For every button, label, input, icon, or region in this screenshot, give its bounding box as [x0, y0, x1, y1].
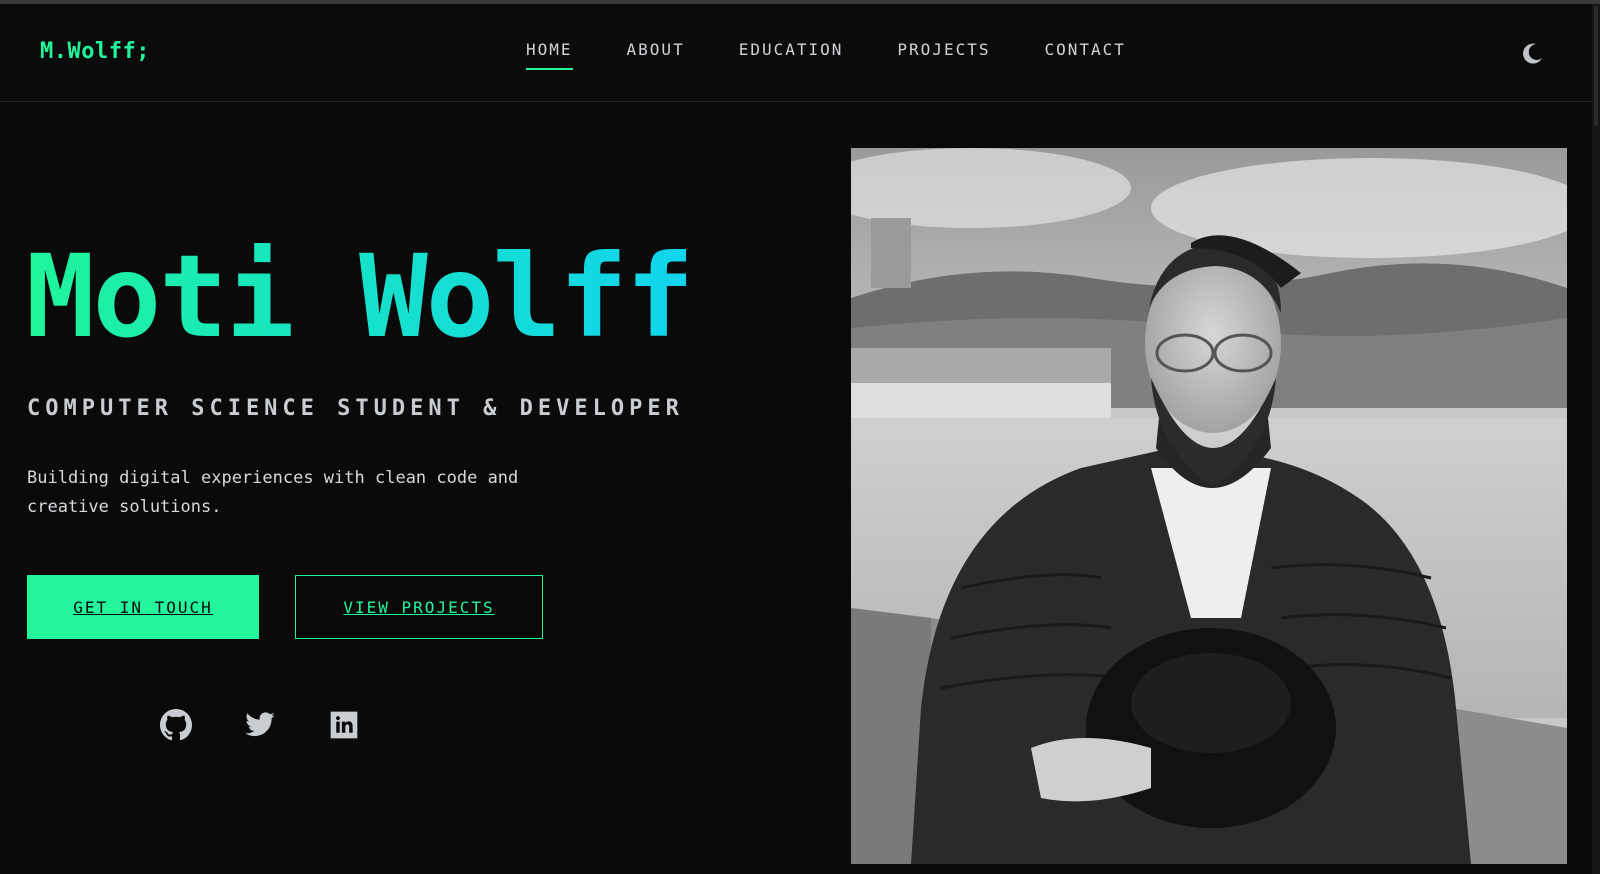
nav-about[interactable]: ABOUT — [627, 40, 685, 80]
view-projects-label: VIEW PROJECTS — [343, 597, 495, 617]
site-header: M.Wolff; HOME ABOUT EDUCATION PROJECTS C… — [0, 4, 1592, 102]
scrollbar-thumb[interactable] — [1594, 6, 1598, 126]
nav-contact[interactable]: CONTACT — [1044, 40, 1125, 80]
nav-education[interactable]: EDUCATION — [739, 40, 844, 80]
social-links — [160, 709, 360, 741]
linkedin-icon[interactable] — [328, 709, 360, 741]
page-scrollbar[interactable] — [1592, 4, 1600, 874]
moon-icon[interactable] — [1520, 40, 1546, 66]
view-projects-button[interactable]: VIEW PROJECTS — [295, 575, 543, 639]
nav-projects[interactable]: PROJECTS — [897, 40, 990, 80]
hero-name: Moti Wolff — [26, 230, 694, 363]
get-in-touch-button[interactable]: GET IN TOUCH — [27, 575, 259, 639]
get-in-touch-label: GET IN TOUCH — [73, 597, 213, 617]
site-logo[interactable]: M.Wolff; — [40, 39, 150, 64]
github-icon[interactable] — [160, 709, 192, 741]
hero-subtitle: COMPUTER SCIENCE STUDENT & DEVELOPER — [27, 396, 684, 421]
hero-tagline: Building digital experiences with clean … — [27, 468, 519, 517]
main-nav: HOME ABOUT EDUCATION PROJECTS CONTACT — [526, 40, 1180, 80]
nav-home[interactable]: HOME — [526, 40, 573, 80]
portrait-photo — [851, 148, 1567, 864]
twitter-icon[interactable] — [244, 709, 276, 741]
